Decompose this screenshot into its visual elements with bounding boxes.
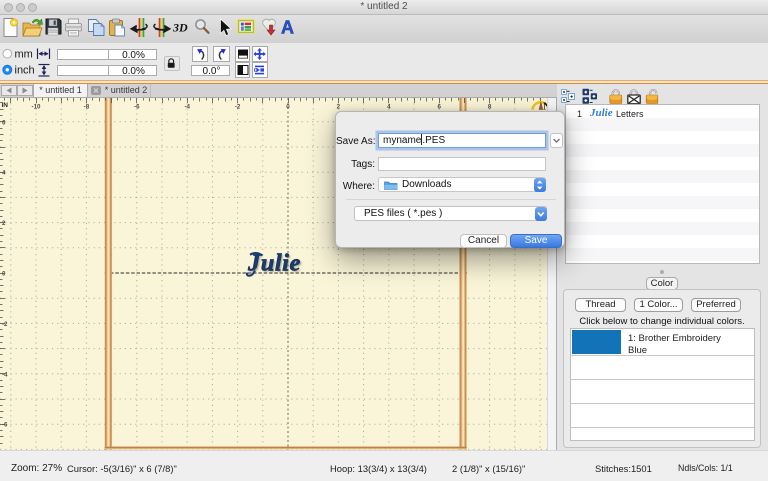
svg-text:2: 2 xyxy=(337,104,341,111)
svg-text:-4: -4 xyxy=(184,104,190,111)
svg-text:-10: -10 xyxy=(32,104,42,111)
svg-text:0: 0 xyxy=(2,271,6,278)
svg-text:inch: inch xyxy=(15,65,35,77)
svg-text:4: 4 xyxy=(387,104,391,111)
svg-text:-6: -6 xyxy=(2,422,8,429)
svg-text:-8: -8 xyxy=(84,104,90,111)
svg-text:-2: -2 xyxy=(2,321,8,328)
svg-text:mm: mm xyxy=(15,49,33,61)
svg-text:0: 0 xyxy=(286,104,290,111)
svg-text:-2: -2 xyxy=(235,104,241,111)
svg-text:6: 6 xyxy=(2,119,6,126)
svg-text:2: 2 xyxy=(2,220,6,227)
svg-text:A: A xyxy=(281,18,294,38)
svg-text:IN: IN xyxy=(2,102,9,109)
svg-text:-4: -4 xyxy=(2,371,8,378)
svg-text:8: 8 xyxy=(488,104,492,111)
svg-text:-6: -6 xyxy=(134,104,140,111)
svg-text:6: 6 xyxy=(437,104,441,111)
svg-text:4: 4 xyxy=(2,170,6,177)
svg-text:3D: 3D xyxy=(172,21,188,35)
